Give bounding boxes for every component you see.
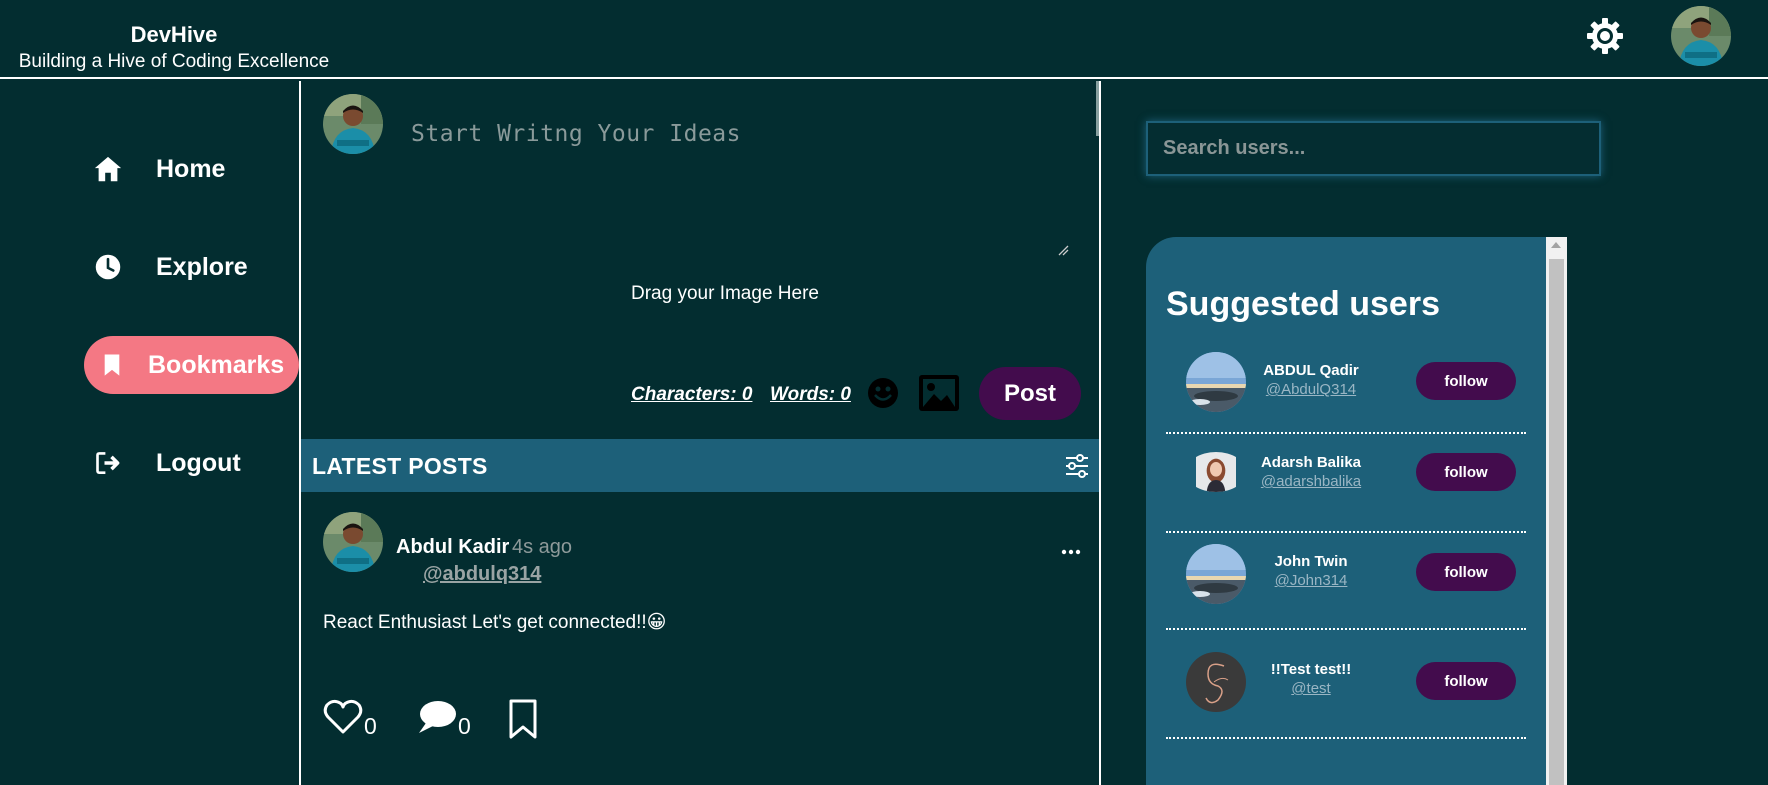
sidebar: Home Explore Bookmarks Logout <box>0 81 301 785</box>
sidebar-item-label: Home <box>156 154 226 183</box>
clock-icon <box>90 249 126 285</box>
user-handle[interactable]: @AbdulQ314 <box>1241 381 1381 398</box>
feed-column: Start Writng Your Ideas Drag your Image … <box>301 81 1101 785</box>
user-handle[interactable]: @test <box>1241 680 1381 697</box>
post-timestamp: 4s ago <box>512 536 573 558</box>
image-upload-icon[interactable] <box>918 374 960 412</box>
resize-handle-icon[interactable] <box>1057 243 1069 256</box>
brand[interactable]: DevHive Building a Hive of Coding Excell… <box>12 22 336 73</box>
user-name: John Twin <box>1274 553 1348 570</box>
profile-avatar[interactable] <box>1671 6 1731 66</box>
user-avatar[interactable] <box>1186 544 1246 604</box>
home-icon <box>90 151 126 187</box>
user-avatar[interactable] <box>1186 652 1246 712</box>
like-button[interactable]: 0 <box>323 699 377 740</box>
suggested-users-scrollbar[interactable] <box>1546 237 1567 785</box>
bookmark-post-button[interactable] <box>508 699 538 744</box>
search-users-input[interactable] <box>1146 121 1601 176</box>
suggested-user-row: !!Test test!! @test follow <box>1166 632 1526 739</box>
brand-tagline: Building a Hive of Coding Excellence <box>18 51 330 72</box>
post-button[interactable]: Post <box>979 367 1081 420</box>
user-handle[interactable]: @John314 <box>1241 572 1381 589</box>
like-count: 0 <box>364 713 377 739</box>
scrollbar-thumb[interactable] <box>1549 259 1564 785</box>
user-name: !!Test test!! <box>1270 661 1352 678</box>
brand-name[interactable]: DevHive <box>12 22 336 48</box>
scroll-up-arrow-icon[interactable] <box>1551 242 1561 248</box>
follow-button[interactable]: follow <box>1416 362 1516 400</box>
bookmark-icon <box>94 347 130 383</box>
suggested-user-row: Adarsh Balika @adarshbalika follow <box>1166 436 1526 533</box>
filter-sliders-icon[interactable] <box>1064 453 1090 479</box>
feed-scrollbar[interactable] <box>1096 81 1099 136</box>
heart-icon <box>323 699 363 740</box>
sidebar-item-explore[interactable]: Explore <box>90 238 290 296</box>
suggested-users-panel: Suggested users ABDUL Qadir @AbdulQ314 f… <box>1146 237 1546 785</box>
post-author-name[interactable]: Abdul Kadir <box>396 536 509 559</box>
emoji-icon[interactable] <box>867 377 899 409</box>
suggested-users-title: Suggested users <box>1166 285 1440 323</box>
more-options-icon[interactable] <box>1061 543 1081 555</box>
word-count: Words: 0 <box>770 384 851 405</box>
user-avatar[interactable] <box>1186 352 1246 412</box>
sidebar-item-label: Bookmarks <box>148 350 285 379</box>
bookmark-outline-icon <box>508 699 538 744</box>
follow-button[interactable]: follow <box>1416 553 1516 591</box>
latest-posts-title: LATEST POSTS <box>312 453 488 479</box>
character-count: Characters: 0 <box>631 384 753 405</box>
sidebar-item-label: Explore <box>156 252 248 281</box>
image-drop-zone[interactable]: Drag your Image Here <box>631 283 819 305</box>
follow-button[interactable]: follow <box>1416 453 1516 491</box>
sidebar-item-bookmarks[interactable]: Bookmarks <box>84 336 299 394</box>
user-handle[interactable]: @adarshbalika <box>1241 473 1381 490</box>
user-avatar[interactable] <box>1186 452 1246 492</box>
top-header: DevHive Building a Hive of Coding Excell… <box>0 0 1768 79</box>
comment-icon <box>417 699 457 740</box>
post-content: React Enthusiast Let's get connected!!😀 <box>323 612 667 633</box>
post-textarea[interactable]: Start Writng Your Ideas <box>411 121 741 147</box>
sidebar-item-logout[interactable]: Logout <box>90 434 290 492</box>
user-name: ABDUL Qadir <box>1263 362 1359 379</box>
comment-count: 0 <box>458 713 471 739</box>
post-author-avatar[interactable] <box>323 512 383 572</box>
logout-icon <box>90 445 126 481</box>
user-name: Adarsh Balika <box>1260 454 1362 471</box>
latest-posts-header: LATEST POSTS <box>301 439 1099 492</box>
suggested-user-row: John Twin @John314 follow <box>1166 523 1526 630</box>
follow-button[interactable]: follow <box>1416 662 1516 700</box>
post-author-handle[interactable]: @abdulq314 <box>423 563 541 586</box>
comment-button[interactable]: 0 <box>417 699 471 740</box>
suggested-user-row: ABDUL Qadir @AbdulQ314 follow <box>1166 337 1526 434</box>
gear-icon[interactable] <box>1585 16 1625 56</box>
sidebar-item-label: Logout <box>156 448 241 477</box>
sidebar-item-home[interactable]: Home <box>90 140 290 198</box>
composer-avatar <box>323 94 383 154</box>
